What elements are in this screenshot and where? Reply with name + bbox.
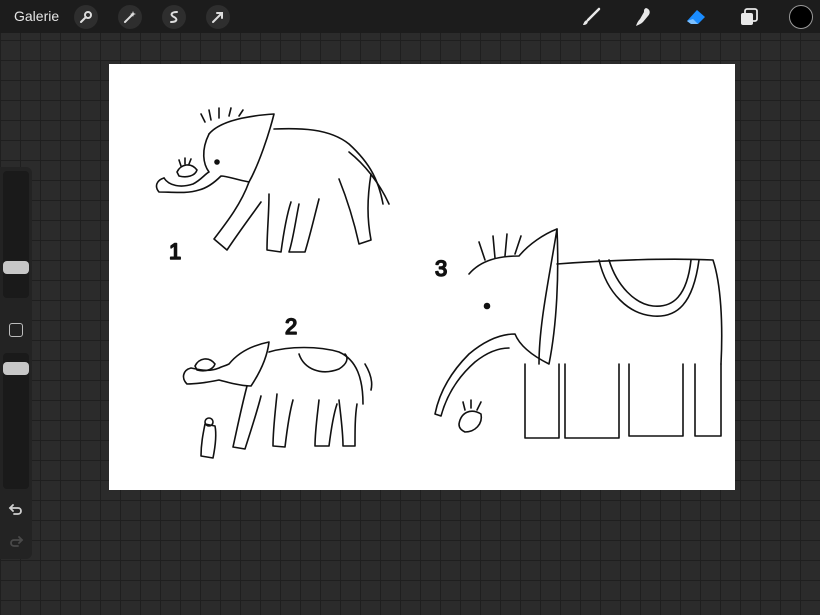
undo-icon[interactable] [8, 502, 24, 516]
selection-icon [170, 11, 178, 23]
eraser-icon [687, 10, 705, 24]
opacity-thumb[interactable] [3, 362, 29, 375]
wrench-icon [80, 11, 92, 23]
layers-icon [741, 8, 758, 25]
sketch-label-2: 2 [285, 314, 297, 339]
brush-size-slider[interactable] [3, 171, 29, 298]
drawing-canvas[interactable]: 1 2 3 [109, 64, 735, 490]
eraser-button[interactable] [684, 5, 708, 29]
adjustments-button[interactable] [118, 5, 142, 29]
redo-icon[interactable] [8, 534, 24, 548]
left-sidebar [0, 167, 32, 559]
magic-wand-icon [124, 11, 136, 23]
brush-button[interactable] [579, 5, 603, 29]
smudge-button[interactable] [631, 5, 655, 29]
gallery-link[interactable]: Galerie [14, 8, 59, 24]
brush-icon [583, 7, 601, 25]
transform-arrow-icon [212, 12, 223, 23]
brush-size-thumb[interactable] [3, 261, 29, 274]
modify-square-icon[interactable] [9, 323, 23, 337]
elephant-sketch-2 [182, 341, 373, 459]
color-picker-swatch[interactable] [789, 5, 813, 29]
elephant-sketch-1 [155, 107, 390, 253]
layers-button[interactable] [737, 5, 761, 29]
actions-wrench-button[interactable] [74, 5, 98, 29]
sketch-drawing: 1 2 3 [155, 107, 723, 459]
sketch-label-3: 3 [435, 256, 447, 281]
selection-button[interactable] [162, 5, 186, 29]
transform-button[interactable] [206, 5, 230, 29]
smudge-icon [636, 8, 650, 26]
top-toolbar: Galerie [0, 0, 820, 33]
sketch-label-1: 1 [169, 239, 181, 264]
elephant-sketch-3 [434, 228, 723, 439]
